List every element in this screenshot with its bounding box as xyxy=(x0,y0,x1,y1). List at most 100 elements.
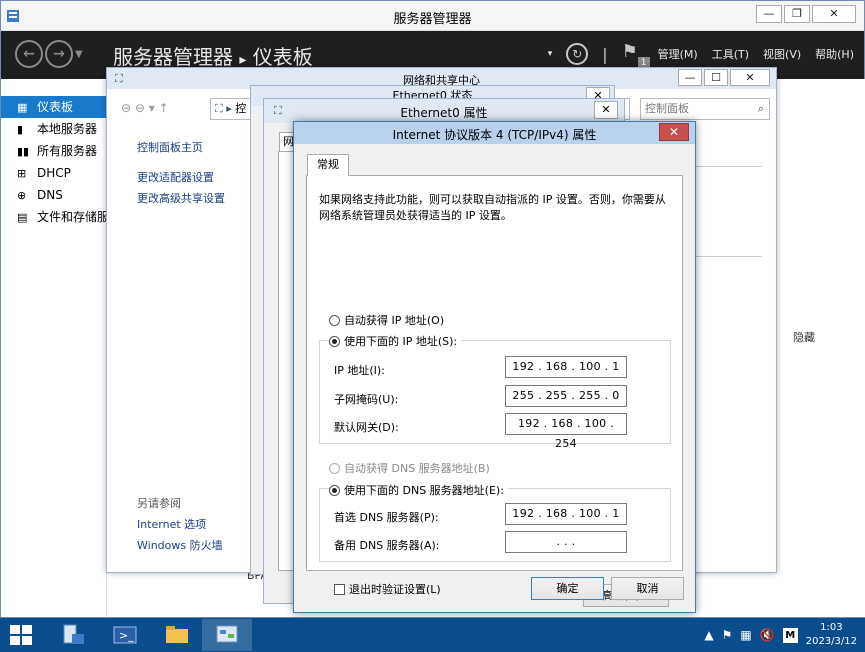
taskbar: >_ ▲ ⚑ ▦ 🔇 M 1:03 2023/3/12 xyxy=(0,618,865,652)
control-panel-icon xyxy=(216,625,238,643)
dhcp-icon: ⊞ xyxy=(17,167,27,180)
clock-time: 1:03 xyxy=(820,622,843,633)
alternate-dns-input[interactable]: . . . xyxy=(505,531,627,553)
ip-address-label: IP 地址(I): xyxy=(334,364,385,377)
preferred-dns-label: 首选 DNS 服务器(P): xyxy=(334,511,439,524)
radio-button[interactable] xyxy=(329,314,340,326)
validate-settings-checkbox[interactable] xyxy=(334,583,345,595)
close-button[interactable]: ✕ xyxy=(659,123,689,141)
server-manager-titlebar: 服务器管理器 — ❐ ✕ xyxy=(1,1,864,31)
menu-manage[interactable]: 管理(M) xyxy=(658,46,698,62)
change-sharing-settings-link[interactable]: 更改高级共享设置 xyxy=(137,190,225,206)
refresh-dropdown-icon[interactable]: ▾ xyxy=(548,49,553,59)
menu-tools[interactable]: 工具(T) xyxy=(712,46,749,62)
toolbar-separator: | xyxy=(602,44,608,64)
notification-flag-icon[interactable]: ⚑ 1 xyxy=(622,41,650,69)
tab-general[interactable]: 常规 xyxy=(307,154,349,176)
network-tray-icon[interactable]: ▦ xyxy=(740,628,751,642)
server-manager-title: 服务器管理器 xyxy=(393,12,472,27)
windows-logo-icon xyxy=(22,636,32,645)
sidebar-item-dhcp[interactable]: ⊞ DHCP xyxy=(1,162,106,184)
windows-logo-icon xyxy=(10,625,20,634)
taskbar-control-panel[interactable] xyxy=(202,619,252,651)
history-dropdown-icon[interactable]: ▼ xyxy=(75,49,83,60)
ime-indicator[interactable]: M xyxy=(782,627,798,643)
search-icon: ⌕ xyxy=(757,102,764,115)
close-button[interactable]: ✕ xyxy=(812,5,856,23)
sidebar-item-all-servers[interactable]: ▮▮ 所有服务器 xyxy=(1,140,106,162)
refresh-icon[interactable]: ↻ xyxy=(566,43,589,65)
restore-button[interactable]: ❐ xyxy=(784,5,810,23)
auto-ip-radio[interactable]: 自动获得 IP 地址(O) xyxy=(329,312,444,328)
start-button[interactable] xyxy=(10,625,32,645)
sidebar-item-label: 所有服务器 xyxy=(37,144,98,158)
radio-button[interactable] xyxy=(329,462,340,474)
address-text: 控 xyxy=(235,102,247,115)
sidebar-item-dns[interactable]: ⊕ DNS xyxy=(1,184,106,206)
ethernet-properties-titlebar: ⛶ Ethernet0 属性 xyxy=(264,99,624,123)
maximize-button[interactable]: ☐ xyxy=(704,69,728,86)
arrow-right-icon: → xyxy=(53,46,65,62)
volume-mute-icon[interactable]: 🔇 xyxy=(760,628,775,642)
action-center-icon[interactable]: ⚑ xyxy=(722,628,733,642)
powershell-icon: >_ xyxy=(113,626,137,644)
internet-options-link[interactable]: Internet 选项 xyxy=(137,516,206,532)
dashboard-icon: ▦ xyxy=(17,101,28,114)
sidebar-item-label: 仪表板 xyxy=(37,100,74,114)
manual-dns-label: 使用下面的 DNS 服务器地址(E): xyxy=(344,484,504,497)
taskbar-powershell[interactable]: >_ xyxy=(100,619,150,651)
ip-address-input[interactable]: 192 . 168 . 100 . 1 xyxy=(505,356,627,378)
manual-ip-radio[interactable]: 使用下面的 IP 地址(S): xyxy=(329,333,462,349)
tray-expand-icon[interactable]: ▲ xyxy=(704,628,713,642)
change-adapter-settings-link[interactable]: 更改适配器设置 xyxy=(137,169,214,185)
ethernet-properties-title: Ethernet0 属性 xyxy=(400,106,488,120)
breadcrumb-root[interactable]: 服务器管理器 xyxy=(113,45,233,69)
subnet-mask-input[interactable]: 255 . 255 . 255 . 0 xyxy=(505,385,627,407)
server-icon: ▮ xyxy=(17,123,24,136)
general-tab-panel: 如果网络支持此功能，则可以获取自动指派的 IP 设置。否则，你需要从网络系统管理… xyxy=(306,175,683,607)
server-manager-icon xyxy=(63,624,84,644)
sidebar-item-dashboard[interactable]: ▦ 仪表板 xyxy=(1,96,106,118)
sidebar-item-label: DHCP xyxy=(37,166,71,180)
auto-dns-radio[interactable]: 自动获得 DNS 服务器地址(B) xyxy=(329,460,490,476)
servers-icon: ▮▮ xyxy=(17,145,30,158)
breadcrumb-current: 仪表板 xyxy=(252,45,313,69)
radio-button[interactable] xyxy=(329,335,340,347)
default-gateway-input[interactable]: 192 . 168 . 100 . 254 xyxy=(505,413,627,450)
taskbar-server-manager[interactable] xyxy=(48,619,98,651)
ipv4-properties-dialog: Internet 协议版本 4 (TCP/IPv4) 属性 ✕ 常规 如果网络支… xyxy=(293,121,696,613)
clock-date: 2023/3/12 xyxy=(805,636,857,647)
menu-view[interactable]: 视图(V) xyxy=(763,46,801,62)
windows-firewall-link[interactable]: Windows 防火墙 xyxy=(137,537,223,553)
preferred-dns-input[interactable]: 192 . 168 . 100 . 1 xyxy=(505,503,627,525)
minimize-button[interactable]: — xyxy=(756,5,782,23)
close-button[interactable]: ✕ xyxy=(594,101,618,119)
clock[interactable]: 1:03 2023/3/12 xyxy=(806,621,857,649)
taskbar-file-explorer[interactable] xyxy=(152,619,202,651)
cancel-button[interactable]: 取消 xyxy=(611,577,684,600)
breadcrumb-separator-icon: ▸ xyxy=(239,52,247,68)
search-placeholder: 控制面板 xyxy=(645,102,689,115)
back-button[interactable]: ← xyxy=(15,40,43,68)
alternate-dns-label: 备用 DNS 服务器(A): xyxy=(334,539,440,552)
manual-dns-radio[interactable]: 使用下面的 DNS 服务器地址(E): xyxy=(329,482,508,498)
menu-help[interactable]: 帮助(H) xyxy=(815,46,854,62)
nav-arrows-icon[interactable]: ⊖ ⊖ ▾ ↑ xyxy=(121,101,169,115)
validate-settings-checkbox-row[interactable]: 退出时验证设置(L) xyxy=(334,581,441,597)
ok-button[interactable]: 确定 xyxy=(531,577,604,600)
control-panel-icon: ⛶ ▸ xyxy=(215,102,232,115)
storage-icon: ▤ xyxy=(17,211,28,224)
sidebar-item-file-storage[interactable]: ▤ 文件和存储服 xyxy=(1,206,106,228)
control-panel-home-link[interactable]: 控制面板主页 xyxy=(137,139,203,155)
minimize-button[interactable]: — xyxy=(678,69,702,86)
hide-link[interactable]: 隐藏 xyxy=(793,329,815,345)
breadcrumb: 服务器管理器 ▸ 仪表板 xyxy=(113,41,313,70)
sidebar-item-local-server[interactable]: ▮ 本地服务器 xyxy=(1,118,106,140)
radio-button[interactable] xyxy=(329,484,340,496)
close-button[interactable]: ✕ xyxy=(730,69,770,86)
folder-icon xyxy=(166,626,188,643)
search-input[interactable]: 控制面板 ⌕ xyxy=(640,98,770,120)
system-tray: ▲ ⚑ ▦ 🔇 M 1:03 2023/3/12 xyxy=(704,621,857,649)
manual-ip-label: 使用下面的 IP 地址(S): xyxy=(344,335,458,348)
forward-button[interactable]: → xyxy=(45,40,73,68)
